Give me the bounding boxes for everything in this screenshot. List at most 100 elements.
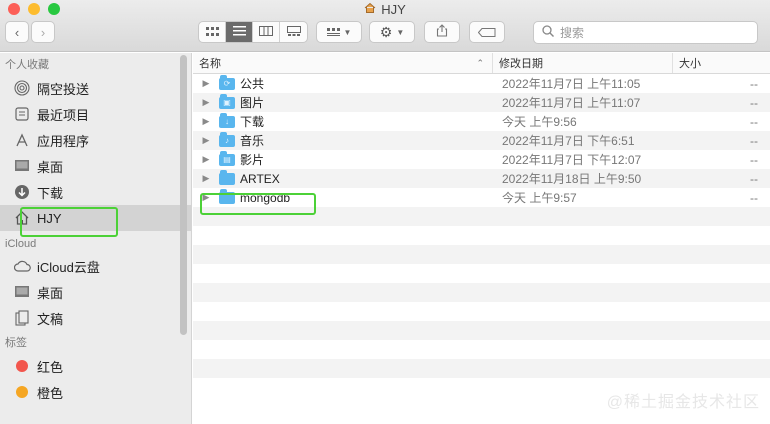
tag-icon — [477, 25, 496, 40]
file-size: -- — [750, 95, 758, 110]
red-tag-icon — [16, 360, 28, 372]
grid-icon — [205, 25, 219, 39]
column-header-name[interactable]: 名称 ⌃ — [193, 53, 493, 73]
orange-tag-icon — [16, 386, 28, 398]
file-row-music[interactable]: ▶ ♪ 音乐 2022年11月7日 下午6:51 -- — [193, 131, 770, 150]
file-size: -- — [750, 190, 758, 205]
disclosure-triangle-icon[interactable]: ▶ — [193, 116, 219, 127]
icon-view-button[interactable] — [199, 22, 226, 42]
gallery-icon — [286, 25, 301, 39]
view-mode-control — [198, 21, 308, 43]
sidebar-item-tag-red[interactable]: 红色 — [0, 353, 191, 379]
toolbar: HJY ‹ › ▼ ⚙ ▼ 搜索 — [0, 0, 770, 52]
disclosure-triangle-icon[interactable]: ▶ — [193, 97, 219, 108]
file-date: 2022年11月7日 下午12:07 — [502, 153, 642, 167]
favorites-header: 个人收藏 — [5, 59, 49, 71]
gear-icon: ⚙ — [379, 23, 393, 40]
gallery-view-button[interactable] — [280, 22, 307, 42]
file-date: 2022年11月7日 下午6:51 — [502, 134, 635, 148]
tags-button[interactable] — [469, 21, 505, 43]
sidebar-item-airdrop[interactable]: 隔空投送 — [0, 75, 191, 101]
tags-header: 标签 — [5, 337, 27, 349]
desktop-icon — [13, 283, 31, 301]
empty-row — [193, 264, 770, 283]
chevron-right-icon: › — [40, 24, 46, 40]
file-list: 名称 ⌃ 修改日期 大小 ▶ ⟳ 公共 2022年11月7日 上午11:05 --… — [193, 53, 770, 424]
file-row-pictures[interactable]: ▶ ▣ 图片 2022年11月7日 上午11:07 -- — [193, 93, 770, 112]
column-header-row: 名称 ⌃ 修改日期 大小 — [193, 53, 770, 74]
cloud-icon — [13, 257, 31, 275]
file-name: 下载 — [240, 115, 265, 129]
disclosure-triangle-icon[interactable]: ▶ — [193, 154, 219, 165]
empty-row — [193, 359, 770, 378]
tag-dot-wrapper — [13, 383, 31, 401]
sidebar-item-label: iCloud云盘 — [37, 259, 100, 275]
documents-icon — [13, 309, 31, 327]
sidebar-item-recents[interactable]: 最近项目 — [0, 101, 191, 127]
disclosure-triangle-icon[interactable]: ▶ — [193, 135, 219, 146]
sidebar: 个人收藏 隔空投送 最近项目 应用程序 桌面 下载 HJY iCloud iCl… — [0, 53, 192, 424]
back-button[interactable]: ‹ — [5, 21, 29, 43]
applications-icon — [13, 131, 31, 149]
window-title: HJY — [0, 2, 770, 17]
group-icon — [326, 25, 340, 40]
file-row-movies[interactable]: ▶ ▤ 影片 2022年11月7日 下午12:07 -- — [193, 150, 770, 169]
sidebar-item-label: 应用程序 — [37, 133, 90, 149]
empty-row — [193, 245, 770, 264]
group-button[interactable]: ▼ — [316, 21, 362, 43]
forward-button[interactable]: › — [31, 21, 55, 43]
file-size: -- — [750, 76, 758, 91]
file-row-downloads[interactable]: ▶ ↓ 下载 今天 上午9:56 -- — [193, 112, 770, 131]
watermark: @稀土掘金技术社区 — [606, 394, 760, 411]
sidebar-item-label: 最近项目 — [37, 107, 90, 123]
chevron-left-icon: ‹ — [14, 24, 20, 40]
disclosure-triangle-icon[interactable]: ▶ — [193, 173, 219, 184]
file-date: 今天 上午9:56 — [502, 115, 577, 129]
sidebar-item-icloud-desktop[interactable]: 桌面 — [0, 279, 191, 305]
column-view-button[interactable] — [253, 22, 280, 42]
sidebar-item-label: 桌面 — [37, 159, 64, 175]
file-name: ARTEX — [240, 171, 280, 186]
search-placeholder: 搜索 — [560, 26, 585, 40]
list-icon — [232, 25, 246, 39]
column-header-name-label: 名称 — [199, 58, 221, 70]
sidebar-item-desktop[interactable]: 桌面 — [0, 153, 191, 179]
empty-row — [193, 321, 770, 340]
sort-chevron-up-icon: ⌃ — [476, 57, 484, 68]
highlight-box-home — [20, 207, 118, 237]
file-size: -- — [750, 114, 758, 129]
file-row-artex[interactable]: ▶ ARTEX 2022年11月18日 上午9:50 -- — [193, 169, 770, 188]
sidebar-item-tag-orange[interactable]: 橙色 — [0, 379, 191, 405]
file-row-public[interactable]: ▶ ⟳ 公共 2022年11月7日 上午11:05 -- — [193, 74, 770, 93]
column-header-date[interactable]: 修改日期 — [493, 53, 673, 73]
sidebar-item-label: 下载 — [37, 185, 64, 201]
folder-pictures-icon: ▣ — [219, 93, 235, 109]
folder-movies-icon: ▤ — [219, 150, 235, 166]
desktop-icon — [13, 157, 31, 175]
disclosure-triangle-icon[interactable]: ▶ — [193, 78, 219, 89]
window-title-text: HJY — [381, 2, 406, 17]
sidebar-item-applications[interactable]: 应用程序 — [0, 127, 191, 153]
file-name: 图片 — [240, 96, 265, 110]
highlight-box-mongodb — [200, 193, 316, 215]
column-header-date-label: 修改日期 — [499, 58, 543, 70]
column-header-size[interactable]: 大小 — [673, 53, 770, 73]
tag-dot-wrapper — [13, 357, 31, 375]
folder-public-icon: ⟳ — [219, 74, 235, 90]
empty-row — [193, 283, 770, 302]
sidebar-item-downloads[interactable]: 下载 — [0, 179, 191, 205]
folder-downloads-icon: ↓ — [219, 112, 235, 128]
search-icon — [542, 25, 554, 40]
file-size: -- — [750, 133, 758, 148]
share-button[interactable] — [424, 21, 460, 43]
search-field[interactable]: 搜索 — [533, 21, 758, 44]
file-date: 2022年11月18日 上午9:50 — [502, 172, 642, 186]
sidebar-item-icloud-drive[interactable]: iCloud云盘 — [0, 253, 191, 279]
sidebar-item-label: 文稿 — [37, 311, 64, 327]
sidebar-item-label: 桌面 — [37, 285, 64, 301]
file-size: -- — [750, 152, 758, 167]
sidebar-scrollbar[interactable] — [180, 55, 187, 335]
action-button[interactable]: ⚙ ▼ — [369, 21, 415, 43]
list-view-button[interactable] — [226, 22, 253, 42]
sidebar-item-documents[interactable]: 文稿 — [0, 305, 191, 331]
